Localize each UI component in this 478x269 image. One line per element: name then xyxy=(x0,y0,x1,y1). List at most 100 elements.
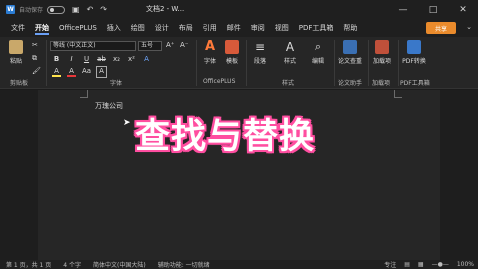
addin-label: 加载项 xyxy=(372,58,391,65)
font-a-icon: A xyxy=(204,39,216,54)
template-icon xyxy=(225,40,239,54)
margin-corner-top-right xyxy=(394,90,402,98)
thesis-check-icon xyxy=(343,40,357,54)
tab-help[interactable]: 帮助 xyxy=(338,19,362,37)
font-name-select[interactable]: 等线 (中文正文) xyxy=(50,41,136,51)
tab-review[interactable]: 审阅 xyxy=(246,19,270,37)
font-group-label: 字体 xyxy=(110,80,123,87)
ribbon: 粘贴 ✂ ⧉ 🖌 剪贴板 等线 (中文正文) 五号 A⁺ A⁻ B I U ab… xyxy=(0,37,478,89)
word-logo-icon: W xyxy=(6,5,15,14)
separator xyxy=(196,40,197,86)
maximize-button[interactable]: □ xyxy=(418,0,448,19)
zoom-level[interactable]: 100% xyxy=(457,261,474,268)
autosave-label: 自动保存 xyxy=(19,7,44,14)
superscript-button[interactable]: x² xyxy=(127,55,136,63)
paragraph-label: 段落 xyxy=(253,58,266,65)
zoom-slider[interactable]: —●— xyxy=(432,261,449,268)
style-button[interactable]: A 样式 xyxy=(278,40,302,65)
title-bar: W 自动保存 ▣ ↶ ↷ 文档2 - W... — □ ✕ xyxy=(0,0,478,19)
text-effects-button[interactable]: A xyxy=(142,55,151,63)
tab-design[interactable]: 设计 xyxy=(150,19,174,37)
tab-references[interactable]: 引用 xyxy=(198,19,222,37)
overlay-title: 查找与替换 xyxy=(135,117,316,157)
separator xyxy=(46,40,47,86)
separator xyxy=(368,40,369,86)
tab-insert[interactable]: 插入 xyxy=(102,19,126,37)
pdf-convert-button[interactable]: PDF转换 xyxy=(402,40,426,65)
document-title[interactable]: 文档2 - W... xyxy=(146,4,184,14)
word-count[interactable]: 4 个字 xyxy=(63,260,81,269)
shrink-font-icon[interactable]: A⁻ xyxy=(180,41,188,49)
tab-layout[interactable]: 布局 xyxy=(174,19,198,37)
style-group-label: 样式 xyxy=(282,80,295,87)
grow-font-icon[interactable]: A⁺ xyxy=(166,41,174,49)
bold-button[interactable]: B xyxy=(52,55,61,63)
style-icon: A xyxy=(285,40,295,54)
share-button[interactable]: 共享 xyxy=(426,22,456,34)
document-text[interactable]: 万瑰公司 xyxy=(95,101,123,111)
pdf-group-label: PDF工具箱 xyxy=(400,80,430,87)
autosave-toggle[interactable] xyxy=(47,5,66,14)
paragraph-button[interactable]: ≡ 段落 xyxy=(248,40,272,65)
redo-icon[interactable]: ↷ xyxy=(100,5,107,14)
read-mode-icon[interactable]: ▤ xyxy=(404,261,410,268)
cut-icon[interactable]: ✂ xyxy=(32,41,38,49)
focus-button[interactable]: 专注 xyxy=(384,260,396,269)
tab-officeplus[interactable]: OfficePLUS xyxy=(54,19,102,37)
tab-file[interactable]: 文件 xyxy=(6,19,30,37)
style-label: 样式 xyxy=(283,58,296,65)
edit-button[interactable]: ⌕ 编辑 xyxy=(306,40,330,65)
paste-button[interactable]: 粘贴 xyxy=(4,40,28,65)
tab-home[interactable]: 开始 xyxy=(30,19,54,37)
thesis-check-button[interactable]: 论文查重 xyxy=(338,40,362,65)
template-button[interactable]: 模板 xyxy=(220,40,244,65)
font-button[interactable]: A 字体 xyxy=(198,39,222,66)
search-icon: ⌕ xyxy=(314,40,322,53)
format-row-1: B I U ab x₂ x² A xyxy=(52,55,151,63)
edit-label: 编辑 xyxy=(311,58,324,65)
tab-draw[interactable]: 绘图 xyxy=(126,19,150,37)
print-layout-icon[interactable]: ▦ xyxy=(418,261,424,268)
language-indicator[interactable]: 简体中文(中国大陆) xyxy=(93,260,146,269)
paragraph-icon: ≡ xyxy=(254,40,266,54)
font-color-button[interactable]: A xyxy=(67,67,76,77)
pdf-convert-label: PDF转换 xyxy=(402,58,426,65)
save-icon[interactable]: ▣ xyxy=(72,5,80,14)
thesis-check-label: 论文查重 xyxy=(338,58,363,65)
accessibility-status[interactable]: 辅助功能: 一切就绪 xyxy=(158,260,210,269)
margin-corner-top-left xyxy=(80,90,88,98)
change-case-button[interactable]: Aa xyxy=(82,67,91,77)
format-row-2: A A Aa A xyxy=(52,66,107,78)
addin-button[interactable]: 加载项 xyxy=(370,40,394,65)
separator xyxy=(398,40,399,86)
tab-pdf-toolbox[interactable]: PDF工具箱 xyxy=(294,19,339,37)
undo-icon[interactable]: ↶ xyxy=(87,5,94,14)
thesis-group-label: 论文助手 xyxy=(338,80,363,87)
addin-icon xyxy=(375,40,389,54)
addin-group-label: 加载项 xyxy=(372,80,391,87)
officeplus-group-label: OfficePLUS xyxy=(203,78,236,85)
format-painter-icon[interactable]: 🖌 xyxy=(32,67,41,75)
ribbon-tabs: 文件 开始 OfficePLUS 插入 绘图 设计 布局 引用 邮件 审阅 视图… xyxy=(0,19,478,37)
subscript-button[interactable]: x₂ xyxy=(112,55,121,63)
more-icon[interactable]: ⌄ xyxy=(466,23,472,31)
strikethrough-button[interactable]: ab xyxy=(97,55,106,63)
clipboard-group-label: 剪贴板 xyxy=(10,80,29,87)
character-border-button[interactable]: A xyxy=(96,66,107,78)
highlight-color-button[interactable]: A xyxy=(52,67,61,77)
status-right: 专注 ▤ ▦ —●— 100% xyxy=(384,260,474,269)
tab-mailings[interactable]: 邮件 xyxy=(222,19,246,37)
close-button[interactable]: ✕ xyxy=(448,0,478,19)
underline-button[interactable]: U xyxy=(82,55,91,63)
template-button-label: 模板 xyxy=(225,58,238,65)
minimize-button[interactable]: — xyxy=(388,0,418,19)
paste-label: 粘贴 xyxy=(9,58,22,65)
page-count[interactable]: 第 1 页，共 1 页 xyxy=(6,260,51,269)
separator xyxy=(246,40,247,86)
font-size-select[interactable]: 五号 xyxy=(138,41,162,51)
clipboard-icon xyxy=(9,40,23,54)
italic-button[interactable]: I xyxy=(67,55,76,63)
mouse-cursor-icon: ➤ xyxy=(123,118,131,128)
tab-view[interactable]: 视图 xyxy=(270,19,294,37)
copy-icon[interactable]: ⧉ xyxy=(32,54,37,63)
